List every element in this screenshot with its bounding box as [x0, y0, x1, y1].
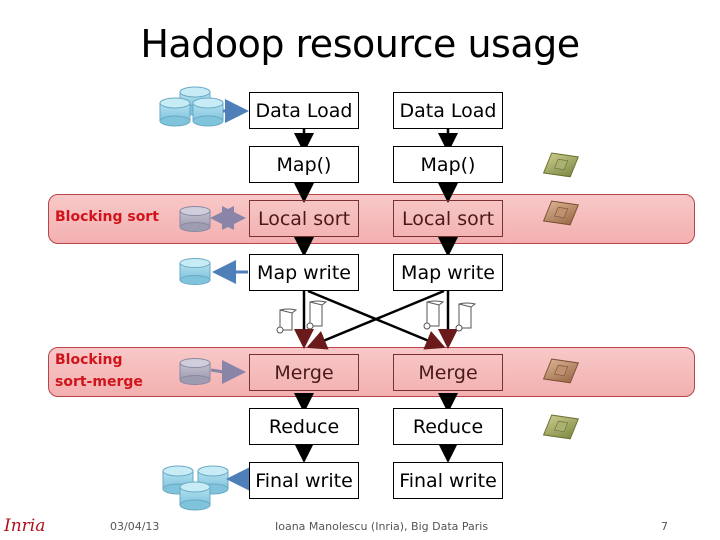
- database-icon-sort: [179, 206, 211, 232]
- step-final-write-1: Final write: [249, 462, 359, 499]
- step-map-write-2: Map write: [393, 254, 503, 291]
- step-merge-1: Merge: [249, 354, 359, 391]
- step-map-1: Map(): [249, 146, 359, 183]
- step-data-load-1: Data Load: [249, 92, 359, 129]
- cpu-chip-icon-map: [542, 152, 580, 178]
- scroll-file-icon: [276, 308, 298, 334]
- shuffle-arrows: [294, 289, 458, 350]
- scroll-file-icon: [455, 302, 477, 332]
- footer-date: 03/04/13: [110, 520, 160, 533]
- scroll-file-icon: [306, 300, 328, 330]
- step-map-2: Map(): [393, 146, 503, 183]
- inria-logo-text: Inria: [4, 516, 46, 536]
- database-icon-merge: [179, 358, 211, 385]
- step-local-sort-2: Local sort: [393, 200, 503, 237]
- inria-logo: Inria: [4, 516, 45, 536]
- page-number: 7: [661, 520, 668, 533]
- diagram-graphics: [159, 86, 580, 511]
- database-icon-output: [162, 465, 229, 511]
- database-icon-map-write: [179, 258, 211, 285]
- step-merge-2: Merge: [393, 354, 503, 391]
- cpu-chip-icon-reduce: [542, 414, 580, 440]
- step-data-load-2: Data Load: [393, 92, 503, 129]
- arrow-disk-to-merge: [210, 360, 246, 384]
- step-final-write-2: Final write: [393, 462, 503, 499]
- cpu-chip-icon-sort: [542, 200, 580, 226]
- step-reduce-1: Reduce: [249, 408, 359, 445]
- step-local-sort-1: Local sort: [249, 200, 359, 237]
- footer-author: Ioana Manolescu (Inria), Big Data Paris: [275, 520, 489, 533]
- scroll-file-icon: [423, 300, 445, 330]
- database-icon-input: [159, 86, 224, 127]
- cpu-chip-icon-merge: [542, 358, 580, 384]
- step-reduce-2: Reduce: [393, 408, 503, 445]
- step-map-write-1: Map write: [249, 254, 359, 291]
